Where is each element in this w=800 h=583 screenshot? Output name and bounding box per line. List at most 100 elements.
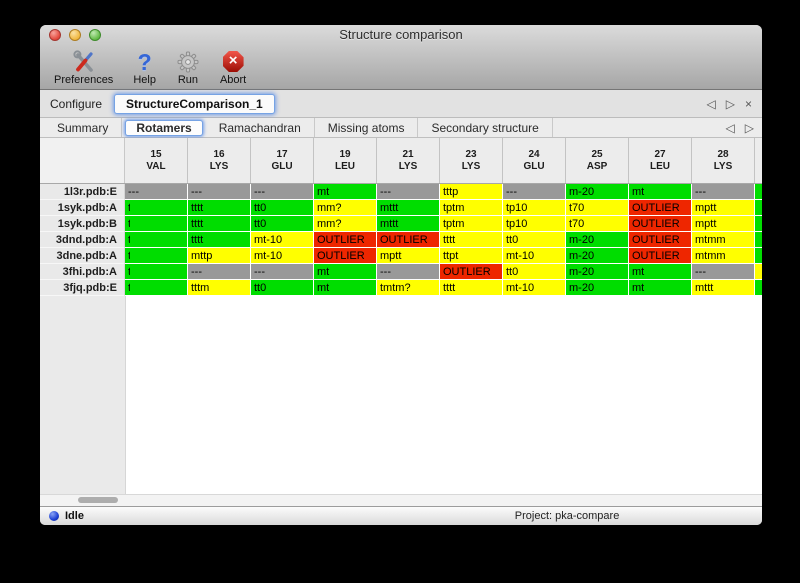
rotamer-cell[interactable]: tptm [440, 200, 503, 216]
rotamer-cell[interactable]: ttpt [440, 248, 503, 264]
rotamer-cell[interactable]: tttt [440, 280, 503, 296]
rotamer-cell-partial[interactable] [755, 216, 762, 232]
rotamer-cell[interactable]: tp10 [503, 200, 566, 216]
rotamer-cell[interactable]: OUTLIER [314, 248, 377, 264]
rotamer-cell[interactable]: --- [125, 184, 188, 200]
rotamer-cell[interactable]: OUTLIER [314, 232, 377, 248]
rotamer-cell[interactable]: t [125, 232, 188, 248]
rotamer-cell[interactable]: mt [629, 264, 692, 280]
rotamer-cell-partial[interactable] [755, 200, 762, 216]
rotamer-cell[interactable]: tp10 [503, 216, 566, 232]
tab-scroll-right-icon[interactable]: ▷ [745, 121, 754, 135]
rotamer-cell[interactable]: m-20 [566, 264, 629, 280]
rotamer-cell[interactable]: --- [377, 184, 440, 200]
rotamer-cell[interactable]: t [125, 248, 188, 264]
rotamer-cell[interactable]: mt-10 [251, 248, 314, 264]
rotamer-cell[interactable]: t [125, 264, 188, 280]
rotamer-cell[interactable]: tttm [188, 280, 251, 296]
rotamer-cell[interactable]: --- [692, 184, 755, 200]
rotamer-cell[interactable]: m-20 [566, 280, 629, 296]
rotamer-cell[interactable]: --- [188, 264, 251, 280]
rotamer-cell[interactable]: mt [314, 264, 377, 280]
rotamer-cell[interactable]: OUTLIER [377, 232, 440, 248]
rotamer-cell[interactable]: tt0 [251, 200, 314, 216]
abort-button[interactable]: × Abort [220, 49, 246, 86]
rotamer-cell[interactable]: mtmm [692, 232, 755, 248]
rotamer-cell[interactable]: tt0 [251, 216, 314, 232]
rotamer-cell[interactable]: --- [692, 264, 755, 280]
rotamer-cell-partial[interactable] [755, 280, 762, 296]
rotamer-cell[interactable]: --- [188, 184, 251, 200]
rotamer-cell[interactable]: m-20 [566, 184, 629, 200]
rotamer-cell[interactable]: mt [629, 280, 692, 296]
rotamer-cell[interactable]: t [125, 216, 188, 232]
scrollbar-thumb[interactable] [78, 497, 118, 503]
rotamer-cell[interactable]: OUTLIER [440, 264, 503, 280]
rotamer-cell[interactable]: OUTLIER [629, 232, 692, 248]
configure-row: Configure StructureComparison_1 ◁ ▷ × [40, 90, 762, 118]
rotamer-cell[interactable]: t [125, 280, 188, 296]
help-icon: ? [138, 49, 152, 74]
preferences-button[interactable]: Preferences [54, 49, 113, 86]
rotamer-cell[interactable]: OUTLIER [629, 200, 692, 216]
rotamer-cell[interactable]: t70 [566, 216, 629, 232]
rotamer-cell[interactable]: tt0 [251, 280, 314, 296]
tab-missing-atoms[interactable]: Missing atoms [315, 118, 419, 137]
rotamer-cell[interactable]: OUTLIER [629, 216, 692, 232]
run-button[interactable]: Run [176, 49, 200, 86]
tab-rotamers[interactable]: Rotamers [125, 120, 202, 136]
rotamer-cell[interactable]: t70 [566, 200, 629, 216]
rotamer-cell[interactable]: mptt [692, 216, 755, 232]
rotamer-cell[interactable]: mt-10 [251, 232, 314, 248]
close-tab-icon[interactable]: × [745, 97, 752, 111]
rotamer-cell[interactable]: tttt [188, 216, 251, 232]
rotamer-cell-partial[interactable] [755, 264, 762, 280]
rotamer-cell-partial[interactable] [755, 184, 762, 200]
rotamer-cell[interactable]: mttp [188, 248, 251, 264]
help-button[interactable]: ? Help [133, 49, 156, 86]
rotamer-cell[interactable]: mm? [314, 216, 377, 232]
rotamer-cell[interactable]: tttt [188, 200, 251, 216]
zoom-window-button[interactable] [89, 29, 101, 41]
rotamer-cell[interactable]: mt [314, 280, 377, 296]
tab-scroll-left-icon[interactable]: ◁ [707, 97, 716, 111]
rotamer-cell[interactable]: mm? [314, 200, 377, 216]
rotamer-cell[interactable]: --- [251, 184, 314, 200]
rotamer-cell[interactable]: tttp [440, 184, 503, 200]
rotamer-cell[interactable]: mttt [692, 280, 755, 296]
rotamer-cell[interactable]: mt [629, 184, 692, 200]
rotamer-cell[interactable]: mt-10 [503, 280, 566, 296]
rotamer-cell-partial[interactable] [755, 232, 762, 248]
rotamer-cell[interactable]: tt0 [503, 264, 566, 280]
rotamer-cell[interactable]: tttt [188, 232, 251, 248]
rotamer-cell[interactable]: --- [251, 264, 314, 280]
tab-summary[interactable]: Summary [44, 118, 122, 137]
tab-ramachandran[interactable]: Ramachandran [206, 118, 315, 137]
rotamer-cell[interactable]: tttt [440, 232, 503, 248]
rotamer-cell[interactable]: m-20 [566, 232, 629, 248]
rotamer-cell[interactable]: mt-10 [503, 248, 566, 264]
rotamer-cell[interactable]: mttt [377, 216, 440, 232]
minimize-window-button[interactable] [69, 29, 81, 41]
tab-scroll-left-icon[interactable]: ◁ [726, 121, 735, 135]
rotamer-cell[interactable]: mptt [377, 248, 440, 264]
rotamer-cell[interactable]: mt [314, 184, 377, 200]
rotamer-cell[interactable]: OUTLIER [629, 248, 692, 264]
rotamer-cell[interactable]: mtmm [692, 248, 755, 264]
title-bar[interactable]: Structure comparison [40, 25, 762, 45]
rotamer-cell-partial[interactable] [755, 248, 762, 264]
rotamer-cell[interactable]: t [125, 200, 188, 216]
rotamer-cell[interactable]: --- [503, 184, 566, 200]
rotamer-cell[interactable]: m-20 [566, 248, 629, 264]
rotamer-cell[interactable]: mptt [692, 200, 755, 216]
rotamer-cell[interactable]: tptm [440, 216, 503, 232]
rotamer-cell[interactable]: tmtm? [377, 280, 440, 296]
tab-scroll-right-icon[interactable]: ▷ [726, 97, 735, 111]
tab-secondary-structure[interactable]: Secondary structure [418, 118, 552, 137]
rotamer-cell[interactable]: --- [377, 264, 440, 280]
rotamer-cell[interactable]: mttt [377, 200, 440, 216]
horizontal-scrollbar[interactable] [40, 494, 762, 506]
configure-tab-structurecomparison-1[interactable]: StructureComparison_1 [114, 94, 275, 114]
close-window-button[interactable] [49, 29, 61, 41]
rotamer-cell[interactable]: tt0 [503, 232, 566, 248]
